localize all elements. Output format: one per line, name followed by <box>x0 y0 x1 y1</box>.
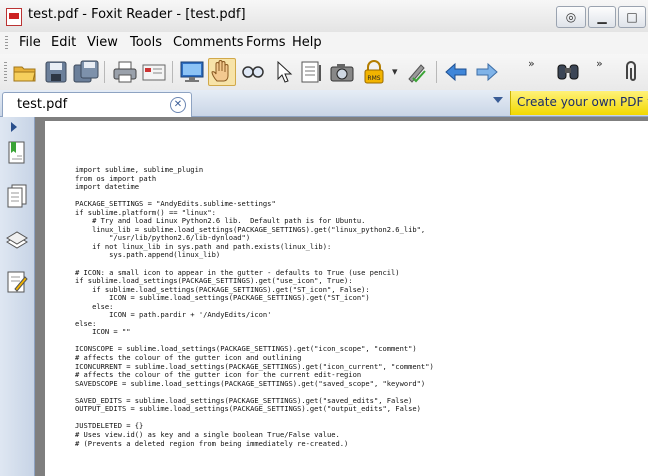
toolbar-separator <box>172 61 173 83</box>
menu-grip[interactable] <box>5 36 8 50</box>
tab-test-pdf[interactable]: test.pdf ✕ <box>2 92 192 117</box>
toolbar: RMS ▾ » » <box>0 54 648 91</box>
menu-file[interactable]: File <box>19 35 41 50</box>
menu-edit[interactable]: Edit <box>51 35 76 50</box>
toolbar-overflow-icon[interactable]: » <box>528 57 535 70</box>
tab-bar: test.pdf ✕ Create your own PDF vie <box>0 90 648 117</box>
pages-icon[interactable] <box>5 183 29 209</box>
foxit-app-icon <box>6 8 22 26</box>
code-line: SAVEDSCOPE = sublime.load_settings(PACKA… <box>75 378 426 388</box>
back-icon[interactable] <box>443 59 469 85</box>
code-line: # (Prevents a deleted region from being … <box>75 438 349 448</box>
forward-icon[interactable] <box>474 59 500 85</box>
bookmarks-icon[interactable] <box>5 140 29 166</box>
toolbar-separator <box>436 61 437 83</box>
save-icon[interactable] <box>43 59 69 85</box>
tab-label: test.pdf <box>17 97 68 112</box>
window-title: test.pdf - Foxit Reader - [test.pdf] <box>28 7 246 22</box>
select-tool-icon[interactable] <box>270 59 296 85</box>
sign-icon[interactable] <box>403 59 429 85</box>
menu-help[interactable]: Help <box>292 35 322 50</box>
menu-comments[interactable]: Comments <box>173 35 243 50</box>
rms-label: RMS <box>367 75 380 82</box>
zoom-tool-icon[interactable] <box>240 59 266 85</box>
menu-tools[interactable]: Tools <box>130 35 162 50</box>
print-icon[interactable] <box>112 59 138 85</box>
find-icon[interactable] <box>555 59 581 85</box>
toolbar-separator <box>104 61 105 83</box>
save-as-icon[interactable] <box>73 59 99 85</box>
title-bar[interactable]: test.pdf - Foxit Reader - [test.pdf] ◎ ▁… <box>0 0 648 33</box>
ad-banner-text: Create your own PDF vie <box>517 95 648 109</box>
rms-dropdown-icon[interactable]: ▾ <box>392 65 398 78</box>
minimize-icon[interactable]: ▁ <box>588 6 616 28</box>
layers-icon[interactable] <box>5 227 29 253</box>
menu-bar: File Edit View Tools Comments Forms Help <box>0 32 648 54</box>
maximize-icon[interactable]: □ <box>618 6 646 28</box>
open-icon[interactable] <box>12 59 38 85</box>
close-tab-icon[interactable]: ✕ <box>170 97 186 113</box>
code-line: ICON = path.pardir + '/AndyEdits/icon' <box>75 310 272 320</box>
expand-panel-icon[interactable] <box>11 122 17 132</box>
code-line: ICON = "" <box>75 327 131 337</box>
code-line: import datetime <box>75 182 140 192</box>
tab-list-dropdown-icon[interactable] <box>493 97 503 103</box>
document-view[interactable]: import sublime, sublime_plugin from os im… <box>35 117 648 476</box>
ad-banner[interactable]: Create your own PDF vie <box>510 91 648 115</box>
toolbar-grip[interactable] <box>4 62 7 82</box>
restore-icon[interactable]: ◎ <box>556 6 586 28</box>
fullscreen-icon[interactable] <box>179 59 205 85</box>
menu-forms[interactable]: Forms <box>246 35 286 50</box>
code-line: OUTPUT_EDITS = sublime.load_settings(PAC… <box>75 404 421 414</box>
menu-view[interactable]: View <box>87 35 118 50</box>
snapshot-icon[interactable] <box>329 59 355 85</box>
toolbar-overflow-icon[interactable]: » <box>596 57 603 70</box>
attachment-icon[interactable] <box>618 59 644 85</box>
text-select-icon[interactable] <box>299 59 325 85</box>
pdf-page[interactable]: import sublime, sublime_plugin from os im… <box>45 121 648 476</box>
code-line: sys.path.append(linux_lib) <box>75 250 221 260</box>
page-text: import sublime, sublime_plugin from os im… <box>75 165 434 448</box>
email-icon[interactable] <box>141 59 167 85</box>
navigation-panel <box>0 117 35 476</box>
rms-lock-icon[interactable]: RMS <box>361 59 387 85</box>
code-line: ICON = sublime.load_settings(PACKAGE_SET… <box>75 293 370 303</box>
hand-tool-icon[interactable] <box>208 58 236 86</box>
comments-icon[interactable] <box>5 269 29 295</box>
